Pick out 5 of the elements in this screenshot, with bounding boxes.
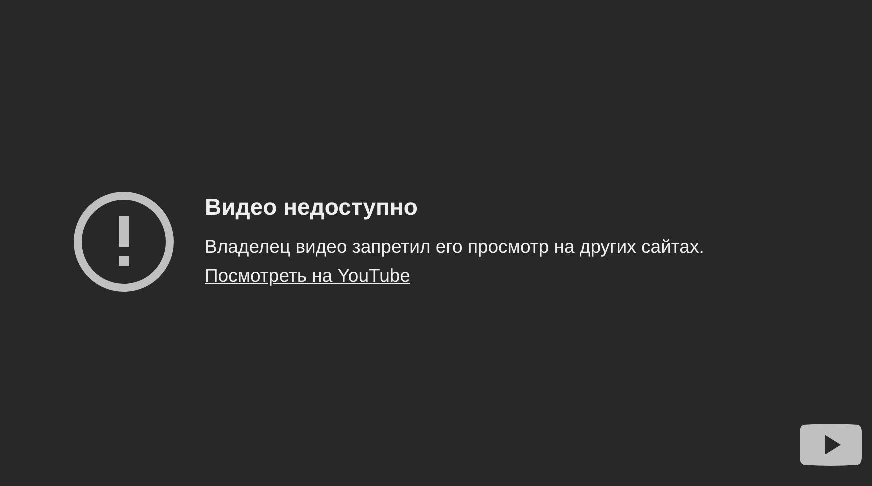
- error-title: Видео недоступно: [205, 193, 418, 221]
- error-message: Владелец видео запретил его просмотр на других сайтах.: [205, 235, 704, 259]
- watch-link[interactable]: Посмотреть на YouTube: [205, 261, 410, 291]
- play-logo-icon[interactable]: [800, 423, 862, 467]
- alert-icon: [73, 191, 175, 293]
